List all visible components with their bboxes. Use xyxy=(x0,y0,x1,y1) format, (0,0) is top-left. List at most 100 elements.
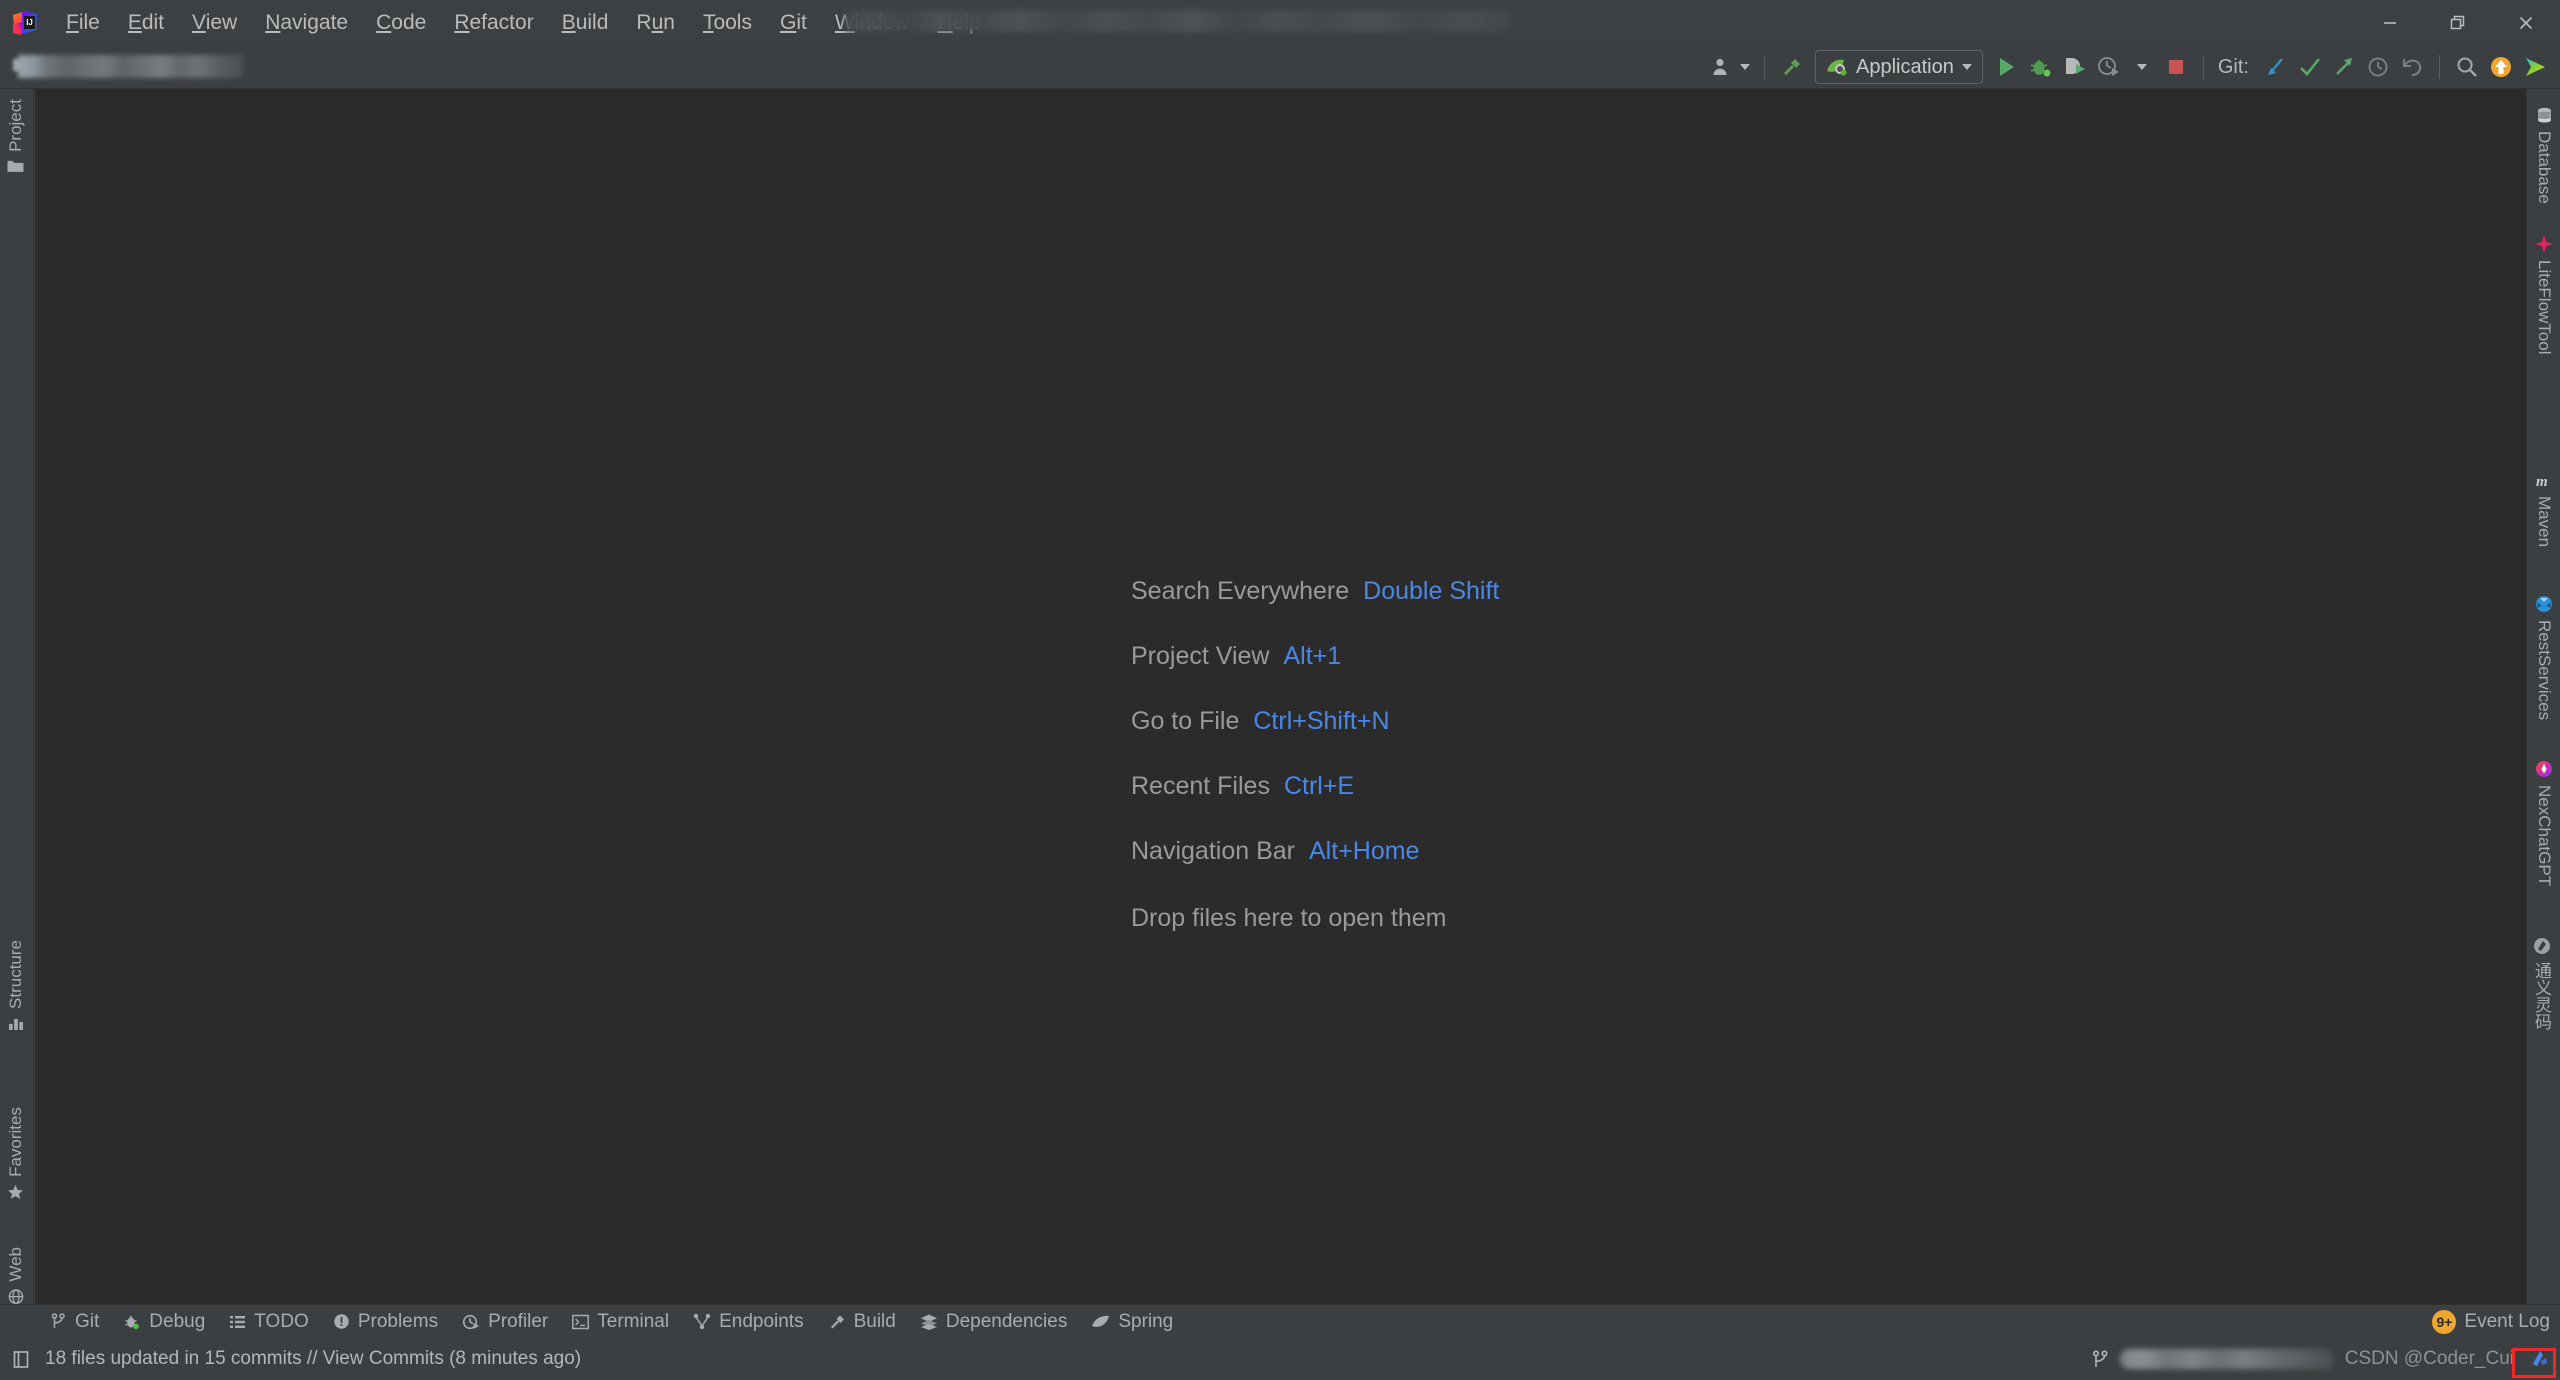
sidebar-item-project[interactable]: Project xyxy=(3,93,29,180)
debug-bug-icon xyxy=(2027,54,2053,80)
window-controls[interactable] xyxy=(2356,0,2560,45)
menu-build-rest: uild xyxy=(576,11,609,34)
bottom-tab-spring-label: Spring xyxy=(1118,1311,1173,1333)
search-everywhere-button[interactable] xyxy=(2450,50,2484,84)
run-configuration-selector[interactable]: Application xyxy=(1815,50,1983,84)
vcs-update-info-icon[interactable] xyxy=(12,1350,31,1369)
bottom-tab-debug[interactable]: Debug xyxy=(111,1308,217,1336)
git-push-button[interactable] xyxy=(2327,50,2361,84)
navigation-bar-redacted[interactable] xyxy=(18,55,243,78)
shortcut-row-project-view: Project View Alt+1 xyxy=(1131,642,1499,671)
toolbar-separator-1 xyxy=(1764,55,1765,79)
bottom-tab-profiler[interactable]: Profiler xyxy=(450,1308,560,1336)
project-folder-icon xyxy=(8,159,25,174)
menu-git-rest: it xyxy=(796,11,807,34)
git-branch-icon[interactable] xyxy=(2091,1350,2110,1369)
web-globe-icon xyxy=(8,1289,24,1305)
shortcut-key: Double Shift xyxy=(1363,577,1499,606)
restore-button[interactable] xyxy=(2424,0,2492,45)
bottom-tab-problems-label: Problems xyxy=(358,1311,438,1333)
stop-button[interactable] xyxy=(2159,50,2193,84)
menu-item-code[interactable]: Code xyxy=(362,0,440,45)
sidebar-item-tongyi-lingma[interactable]: 通义灵码 xyxy=(2526,931,2557,1036)
update-available-button[interactable] xyxy=(2484,50,2518,84)
menu-item-run[interactable]: Run xyxy=(622,0,689,45)
toolbar-separator-2 xyxy=(2203,55,2204,79)
minimize-icon xyxy=(2380,13,2400,33)
chevron-down-icon xyxy=(1740,64,1750,70)
sidebar-item-project-label: Project xyxy=(6,99,26,152)
debug-bug-icon xyxy=(123,1313,141,1331)
git-update-button[interactable] xyxy=(2259,50,2293,84)
sidebar-item-maven[interactable]: m Maven xyxy=(2531,467,2557,553)
shortcut-label: Go to File xyxy=(1131,707,1239,736)
bottom-tab-git[interactable]: Git xyxy=(38,1308,111,1336)
run-configuration-label: Application xyxy=(1856,56,1954,79)
menu-item-navigate[interactable]: Navigate xyxy=(251,0,362,45)
profiler-clock-icon xyxy=(462,1313,480,1331)
tongyi-plugin-button[interactable] xyxy=(2518,50,2552,84)
bottom-tab-endpoints-label: Endpoints xyxy=(719,1311,804,1333)
bottom-tab-terminal[interactable]: Terminal xyxy=(560,1308,681,1336)
menu-item-edit[interactable]: Edit xyxy=(114,0,178,45)
bottom-tool-window-bar: Git Debug TODO xyxy=(0,1304,2560,1338)
run-with-coverage-icon xyxy=(2061,54,2087,80)
profile-button[interactable] xyxy=(2091,50,2125,84)
liteflow-star-icon xyxy=(2535,235,2553,253)
status-bar: 18 files updated in 15 commits // View C… xyxy=(0,1338,2560,1380)
build-project-button[interactable] xyxy=(1775,50,1809,84)
sidebar-item-web[interactable]: Web xyxy=(3,1241,29,1311)
svg-text:m: m xyxy=(2536,474,2548,489)
drop-files-hint: Drop files here to open them xyxy=(1131,904,1499,933)
run-more-button[interactable] xyxy=(2125,50,2159,84)
menu-item-view[interactable]: View xyxy=(178,0,251,45)
bottom-tab-spring[interactable]: Spring xyxy=(1079,1308,1185,1336)
minimize-button[interactable] xyxy=(2356,0,2424,45)
menu-run-rest: n xyxy=(663,11,675,34)
sidebar-item-nexchatgpt[interactable]: NexChatGPT xyxy=(2531,754,2557,892)
debug-button[interactable] xyxy=(2023,50,2057,84)
menu-item-git[interactable]: Git xyxy=(766,0,821,45)
menu-item-tools[interactable]: Tools xyxy=(689,0,766,45)
vcs-status-message[interactable]: 18 files updated in 15 commits // View C… xyxy=(45,1348,581,1370)
close-button[interactable] xyxy=(2492,0,2560,45)
bottom-tab-todo[interactable]: TODO xyxy=(217,1308,321,1336)
sidebar-item-structure[interactable]: Structure xyxy=(3,934,29,1037)
right-tool-window-stripe: Database LiteFlowTool m Maven RestServic… xyxy=(2526,89,2560,1338)
bottom-tab-dependencies[interactable]: Dependencies xyxy=(908,1308,1079,1336)
sidebar-item-favorites[interactable]: Favorites xyxy=(3,1101,29,1206)
menu-file-rest: ile xyxy=(79,11,100,34)
git-commit-button[interactable] xyxy=(2293,50,2327,84)
nexchatgpt-gem-icon xyxy=(2535,760,2553,778)
menu-navigate-rest: avigate xyxy=(280,11,348,34)
user-profile-button[interactable] xyxy=(1706,50,1754,84)
bottom-tab-endpoints[interactable]: Endpoints xyxy=(681,1308,816,1336)
bottom-tab-todo-label: TODO xyxy=(254,1311,309,1333)
git-label: Git: xyxy=(2218,56,2249,79)
run-button[interactable] xyxy=(1989,50,2023,84)
event-log-button[interactable]: 9+ Event Log xyxy=(2432,1310,2550,1334)
bottom-tab-problems[interactable]: Problems xyxy=(321,1308,450,1336)
favorites-star-icon xyxy=(8,1184,25,1200)
bottom-tab-build[interactable]: Build xyxy=(816,1308,908,1336)
red-rectangle-annotation xyxy=(2512,1348,2556,1378)
menu-item-refactor[interactable]: Refactor xyxy=(440,0,547,45)
git-rollback-button[interactable] xyxy=(2395,50,2429,84)
tongyi-play-icon xyxy=(2522,54,2548,80)
menu-item-file[interactable]: File xyxy=(52,0,114,45)
sidebar-item-database[interactable]: Database xyxy=(2531,101,2557,210)
menu-item-build[interactable]: Build xyxy=(548,0,623,45)
main-toolbar: Application xyxy=(0,45,2560,89)
hammer-build-icon xyxy=(1779,54,1805,80)
git-branch-icon xyxy=(50,1313,67,1330)
shortcut-row-recent-files: Recent Files Ctrl+E xyxy=(1131,772,1499,801)
terminal-prompt-icon xyxy=(572,1314,589,1330)
sidebar-item-liteflowtool[interactable]: LiteFlowTool xyxy=(2531,229,2557,361)
git-branch-name-redacted[interactable] xyxy=(2120,1349,2335,1369)
sidebar-item-restservices[interactable]: RestServices xyxy=(2531,589,2557,726)
git-history-button[interactable] xyxy=(2361,50,2395,84)
run-with-coverage-button[interactable] xyxy=(2057,50,2091,84)
dependencies-layers-icon xyxy=(920,1313,938,1330)
rest-services-globe-icon xyxy=(2535,595,2553,613)
csdn-watermark: CSDN @Coder_Cui xyxy=(2345,1348,2514,1370)
